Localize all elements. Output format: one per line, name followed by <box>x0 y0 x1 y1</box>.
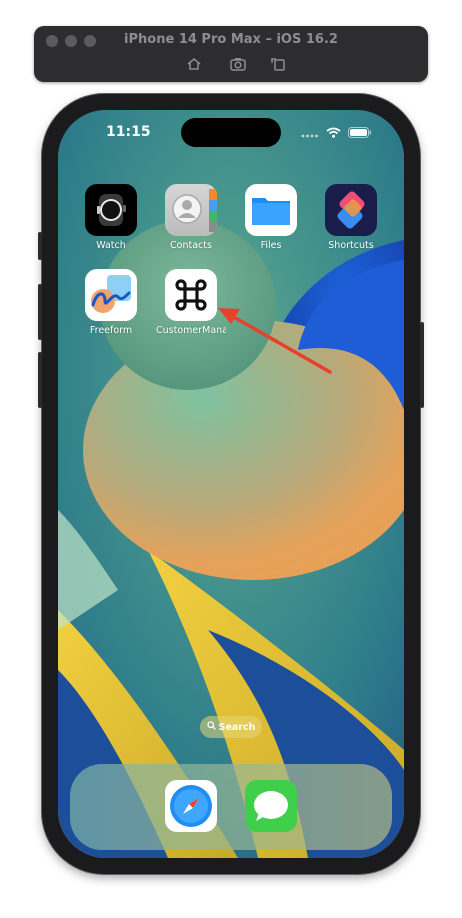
watch-icon <box>85 184 137 236</box>
safari-icon[interactable] <box>165 780 217 832</box>
signal-icon <box>301 125 319 143</box>
action-button[interactable] <box>38 232 42 260</box>
window-title: iPhone 14 Pro Max – iOS 16.2 <box>124 32 338 47</box>
screenshot-icon[interactable] <box>229 56 247 72</box>
freeform-icon <box>85 269 137 321</box>
app-label: Shortcuts <box>328 240 374 251</box>
app-watch[interactable]: Watch <box>76 184 146 251</box>
app-label: CustomerMana... <box>156 325 226 336</box>
messages-icon[interactable] <box>245 780 297 832</box>
app-label: Watch <box>96 240 126 251</box>
search-icon <box>206 721 216 733</box>
status-time: 11:15 <box>106 124 151 140</box>
search-button[interactable]: Search <box>200 716 262 738</box>
volume-up-button[interactable] <box>38 284 42 340</box>
app-label: Contacts <box>170 240 212 251</box>
home-screen: 11:15 Watch Contacts Files Shortcuts Fre… <box>58 110 404 858</box>
dynamic-island <box>181 118 281 147</box>
files-icon <box>245 184 297 236</box>
search-label: Search <box>218 721 256 733</box>
app-label: Freeform <box>89 325 133 336</box>
app-customermanager[interactable]: CustomerMana... <box>156 269 226 336</box>
contacts-icon <box>165 184 217 236</box>
dock <box>70 764 392 850</box>
command-icon <box>165 269 217 321</box>
app-label: Files <box>260 240 282 251</box>
app-contacts[interactable]: Contacts <box>156 184 226 251</box>
status-icons <box>301 125 372 143</box>
wifi-icon <box>326 125 341 143</box>
app-shortcuts[interactable]: Shortcuts <box>316 184 386 251</box>
home-icon[interactable] <box>185 56 203 72</box>
app-files[interactable]: Files <box>236 184 306 251</box>
battery-icon <box>348 125 372 143</box>
rotate-icon[interactable] <box>269 56 287 72</box>
simulator-titlebar: iPhone 14 Pro Max – iOS 16.2 <box>34 26 428 82</box>
power-button[interactable] <box>420 322 424 408</box>
volume-down-button[interactable] <box>38 352 42 408</box>
shortcuts-icon <box>325 184 377 236</box>
app-freeform[interactable]: Freeform <box>76 269 146 336</box>
